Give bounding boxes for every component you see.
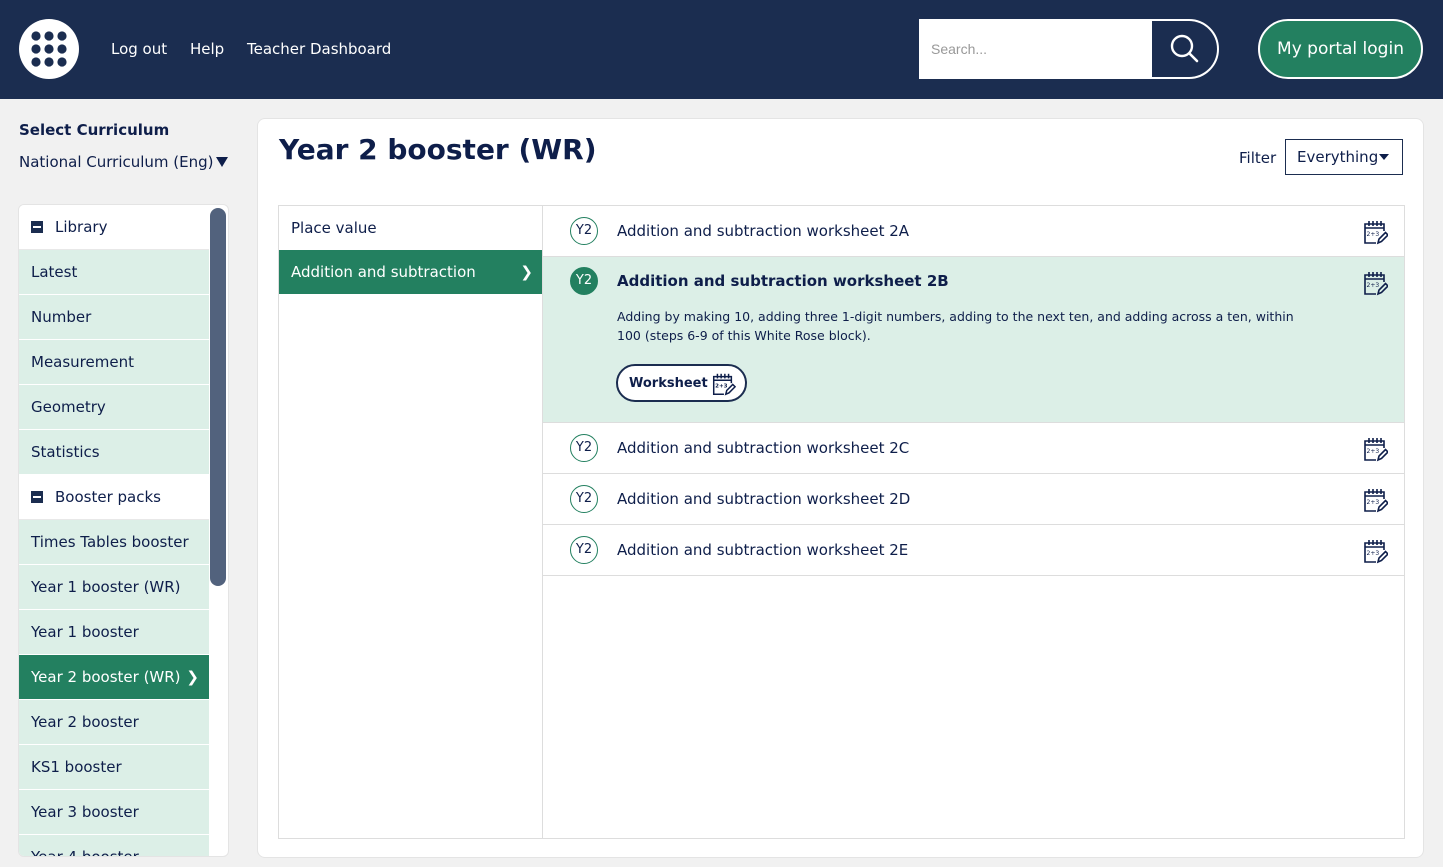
svg-text:2+3: 2+3 <box>1367 550 1380 557</box>
nav-teacher-dashboard-link[interactable]: Teacher Dashboard <box>247 40 391 58</box>
topic-place-value[interactable]: Place value <box>279 206 543 250</box>
worksheet-row[interactable]: Y2 Addition and subtraction worksheet 2E… <box>543 525 1404 576</box>
sidebar-item-label: Library <box>55 218 108 236</box>
year-badge: Y2 <box>570 434 598 462</box>
sidebar-item-year1-booster-wr[interactable]: Year 1 booster (WR) <box>19 565 209 610</box>
sidebar-group-library[interactable]: Library <box>19 205 209 250</box>
worksheet-title[interactable]: Addition and subtraction worksheet 2C <box>617 439 909 457</box>
sidebar-item-label: Geometry <box>31 398 106 416</box>
worksheet-row[interactable]: Y2 Addition and subtraction worksheet 2D… <box>543 474 1404 525</box>
sidebar-group-booster-packs[interactable]: Booster packs <box>19 475 209 520</box>
curriculum-dropdown[interactable]: National Curriculum (Eng) <box>19 153 214 171</box>
svg-text:2+3: 2+3 <box>1367 282 1380 289</box>
worksheet-description: Adding by making 10, adding three 1-digi… <box>617 309 1294 343</box>
sidebar-item-latest[interactable]: Latest <box>19 250 209 295</box>
app-grid-icon[interactable] <box>19 19 79 79</box>
caret-down-icon <box>1379 154 1389 160</box>
sidebar-item-label: Year 3 booster <box>31 803 139 821</box>
chevron-right-icon: ❯ <box>520 263 533 281</box>
sidebar-item-label: Year 1 booster <box>31 623 139 641</box>
sidebar-item-year2-booster[interactable]: Year 2 booster <box>19 700 209 745</box>
worksheet-title[interactable]: Addition and subtraction worksheet 2D <box>617 490 910 508</box>
topic-list: Place value Addition and subtraction ❯ <box>278 205 543 839</box>
sidebar-item-number[interactable]: Number <box>19 295 209 340</box>
chevron-right-icon: ❯ <box>186 668 199 686</box>
search-box <box>919 19 1219 79</box>
sidebar-item-label: Booster packs <box>55 488 161 506</box>
sidebar-item-label: Year 1 booster (WR) <box>31 578 181 596</box>
caret-down-icon[interactable] <box>216 157 228 167</box>
nav-help-link[interactable]: Help <box>190 40 224 58</box>
sidebar-item-times-tables-booster[interactable]: Times Tables booster <box>19 520 209 565</box>
svg-text:2+3: 2+3 <box>715 384 728 390</box>
worksheet-list: Y2 Addition and subtraction worksheet 2A… <box>542 205 1405 839</box>
sidebar-list: Library Latest Number Measurement Geomet… <box>19 205 209 857</box>
topic-label: Addition and subtraction <box>291 263 476 281</box>
sidebar-item-label: Latest <box>31 263 78 281</box>
worksheet-button[interactable]: Worksheet 2+3 <box>616 364 747 402</box>
sidebar-item-year2-booster-wr[interactable]: Year 2 booster (WR) ❯ <box>19 655 209 700</box>
worksheet-button-label: Worksheet <box>629 376 708 391</box>
year-badge: Y2 <box>570 485 598 513</box>
worksheet-title[interactable]: Addition and subtraction worksheet 2E <box>617 541 908 559</box>
sidebar-item-label: KS1 booster <box>31 758 122 776</box>
filter-dropdown[interactable]: Everything <box>1285 139 1403 175</box>
year-badge: Y2 <box>570 217 598 245</box>
main-panel: Year 2 booster (WR) Filter Everything Pl… <box>257 118 1424 858</box>
sidebar-item-label: Year 4 booster <box>31 848 139 857</box>
worksheet-row[interactable]: Y2 Addition and subtraction worksheet 2A… <box>543 206 1404 257</box>
svg-text:2+3: 2+3 <box>1367 231 1380 238</box>
worksheet-row[interactable]: Y2 Addition and subtraction worksheet 2C… <box>543 423 1404 474</box>
filter-value: Everything <box>1297 148 1379 166</box>
filter-label: Filter <box>1239 149 1277 167</box>
calendar-pencil-icon[interactable]: 2+3 <box>1362 435 1388 463</box>
page-title: Year 2 booster (WR) <box>279 133 597 166</box>
portal-login-button[interactable]: My portal login <box>1258 19 1423 79</box>
sidebar-item-year1-booster[interactable]: Year 1 booster <box>19 610 209 655</box>
sidebar-item-year4-booster[interactable]: Year 4 booster <box>19 835 209 857</box>
calendar-pencil-icon: 2+3 <box>712 373 736 396</box>
collapse-icon[interactable] <box>31 221 43 233</box>
sidebar-item-label: Times Tables booster <box>31 533 189 551</box>
nav-logout-link[interactable]: Log out <box>111 40 167 58</box>
calendar-pencil-icon[interactable]: 2+3 <box>1362 218 1388 246</box>
search-icon <box>1170 34 1199 63</box>
select-curriculum-heading: Select Curriculum <box>19 121 170 139</box>
svg-text:2+3: 2+3 <box>1367 448 1380 455</box>
sidebar-item-geometry[interactable]: Geometry <box>19 385 209 430</box>
top-header: Log out Help Teacher Dashboard My portal… <box>0 0 1443 99</box>
calendar-pencil-icon[interactable]: 2+3 <box>1362 486 1388 514</box>
worksheet-title[interactable]: Addition and subtraction worksheet 2A <box>617 222 909 240</box>
search-button[interactable] <box>1152 21 1217 77</box>
sidebar-item-measurement[interactable]: Measurement <box>19 340 209 385</box>
topic-label: Place value <box>291 219 377 237</box>
worksheet-row-expanded[interactable]: Y2 Addition and subtraction worksheet 2B… <box>543 257 1404 423</box>
svg-text:2+3: 2+3 <box>1367 499 1380 506</box>
sidebar-scrollbar[interactable] <box>210 208 226 586</box>
topic-addition-subtraction[interactable]: Addition and subtraction ❯ <box>279 250 543 294</box>
sidebar-item-label: Year 2 booster <box>31 713 139 731</box>
calendar-pencil-icon[interactable]: 2+3 <box>1362 269 1388 297</box>
worksheet-title[interactable]: Addition and subtraction worksheet 2B <box>617 272 949 290</box>
sidebar-item-label: Number <box>31 308 92 326</box>
collapse-icon[interactable] <box>31 491 43 503</box>
sidebar-item-label: Statistics <box>31 443 100 461</box>
sidebar-item-statistics[interactable]: Statistics <box>19 430 209 475</box>
sidebar-item-label: Year 2 booster (WR) <box>31 668 181 686</box>
sidebar-item-year3-booster[interactable]: Year 3 booster <box>19 790 209 835</box>
sidebar-panel: Library Latest Number Measurement Geomet… <box>18 204 229 857</box>
year-badge: Y2 <box>570 536 598 564</box>
year-badge: Y2 <box>570 267 598 295</box>
sidebar-item-label: Measurement <box>31 353 134 371</box>
search-input[interactable] <box>921 21 1152 77</box>
calendar-pencil-icon[interactable]: 2+3 <box>1362 537 1388 565</box>
sidebar-item-ks1-booster[interactable]: KS1 booster <box>19 745 209 790</box>
